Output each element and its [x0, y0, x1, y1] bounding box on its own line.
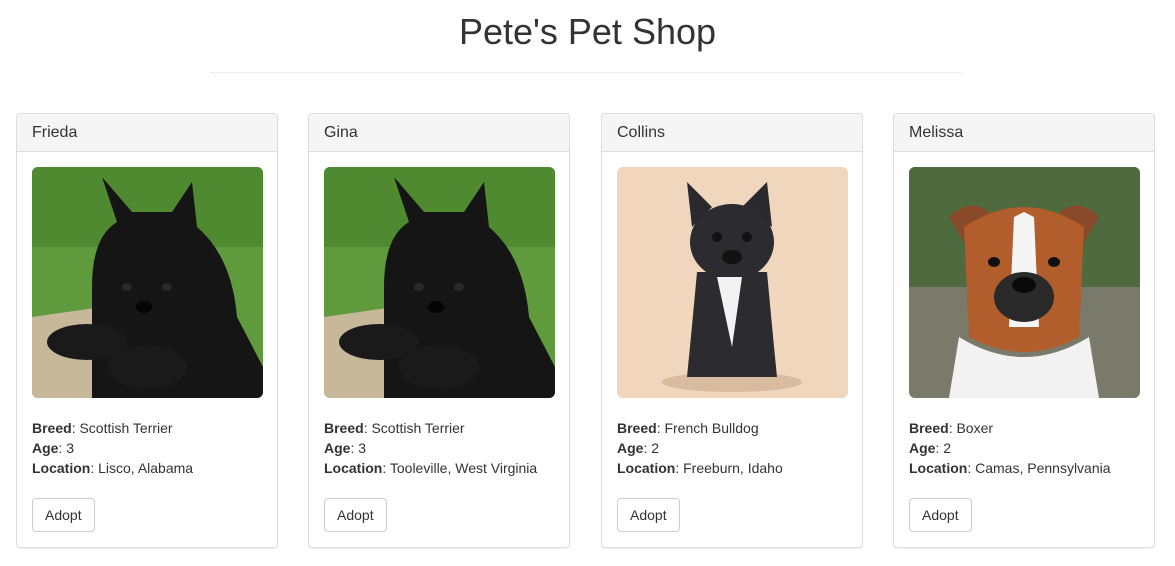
pet-name: Collins: [602, 114, 862, 152]
age-label: Age: [617, 440, 644, 456]
pet-card: Collins Breed: French Bulldog Age: 2 Loc…: [601, 113, 863, 548]
pet-card: Frieda Breed: Scottish Terrier Age: 3 Lo…: [16, 113, 278, 548]
title-divider: [210, 72, 962, 73]
location-label: Location: [909, 460, 968, 476]
french-bulldog-photo: [617, 167, 848, 398]
location-value: Camas, Pennsylvania: [975, 460, 1111, 476]
breed-value: Scottish Terrier: [371, 420, 465, 436]
adopt-button[interactable]: Adopt: [324, 498, 387, 532]
pet-card: Melissa Breed: Boxer Age: 2 Location: Ca…: [893, 113, 1155, 548]
location-label: Location: [324, 460, 383, 476]
pet-name: Frieda: [17, 114, 277, 152]
breed-label: Breed: [617, 420, 657, 436]
page-title: Pete's Pet Shop: [458, 11, 717, 52]
adopt-button[interactable]: Adopt: [617, 498, 680, 532]
breed-value: Scottish Terrier: [79, 420, 173, 436]
location-label: Location: [617, 460, 676, 476]
age-value: 3: [66, 440, 75, 456]
age-value: 3: [358, 440, 367, 456]
location-label: Location: [32, 460, 91, 476]
adopt-button[interactable]: Adopt: [909, 498, 972, 532]
location-value: Lisco, Alabama: [98, 460, 194, 476]
pet-name: Melissa: [894, 114, 1154, 152]
boxer-photo: [909, 167, 1140, 398]
scottish-terrier-photo: [324, 167, 555, 398]
age-label: Age: [909, 440, 936, 456]
scottish-terrier-photo: [32, 167, 263, 398]
pet-name: Gina: [309, 114, 569, 152]
breed-label: Breed: [324, 420, 364, 436]
age-label: Age: [32, 440, 59, 456]
age-value: 2: [943, 440, 952, 456]
breed-value: French Bulldog: [664, 420, 759, 436]
age-label: Age: [324, 440, 351, 456]
age-value: 2: [651, 440, 660, 456]
adopt-button[interactable]: Adopt: [32, 498, 95, 532]
pet-card: Gina Breed: Scottish Terrier Age: 3 Loca…: [308, 113, 570, 548]
breed-label: Breed: [32, 420, 72, 436]
breed-value: Boxer: [956, 420, 994, 436]
breed-label: Breed: [909, 420, 949, 436]
location-value: Tooleville, West Virginia: [389, 460, 538, 476]
location-value: Freeburn, Idaho: [683, 460, 783, 476]
